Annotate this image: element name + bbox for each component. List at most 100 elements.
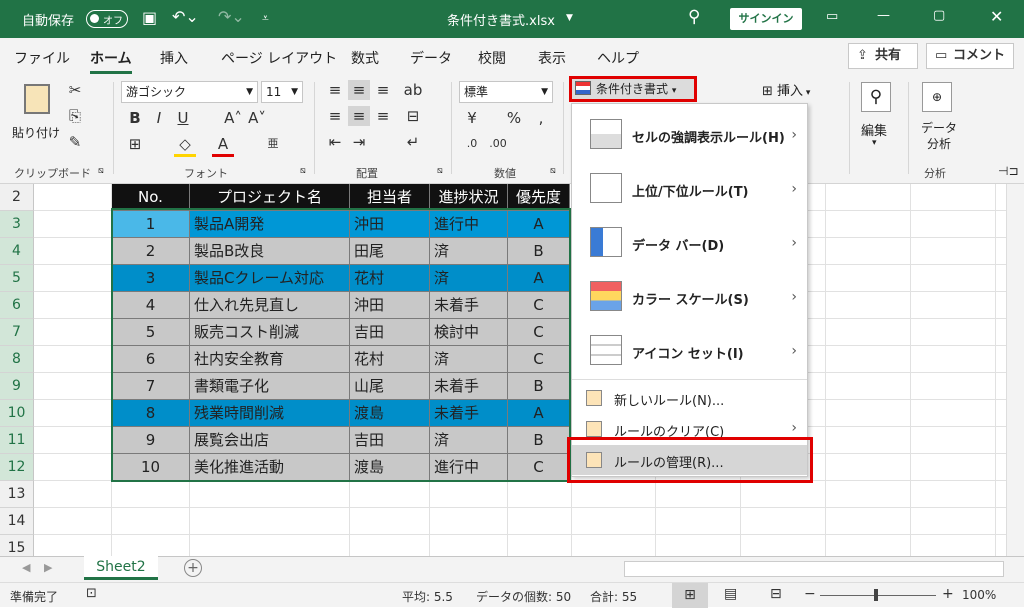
- table-cell[interactable]: 社内安全教育: [190, 346, 350, 373]
- scroll-left-icon[interactable]: ◀: [22, 561, 30, 574]
- table-cell[interactable]: 3: [112, 265, 190, 292]
- italic-icon[interactable]: I: [148, 108, 170, 128]
- table-cell[interactable]: 美化推進活動: [190, 454, 350, 481]
- table-cell[interactable]: 書類電子化: [190, 373, 350, 400]
- align-top-icon[interactable]: ≡: [324, 80, 346, 100]
- menu-item-color-scales[interactable]: カラー スケール(S) ›: [572, 271, 807, 325]
- decrease-decimal-icon[interactable]: .00: [487, 134, 509, 154]
- normal-view-icon[interactable]: ⊞: [672, 583, 708, 608]
- row-header[interactable]: 6: [0, 292, 34, 319]
- table-cell[interactable]: 未着手: [430, 373, 508, 400]
- pin-ribbon-icon[interactable]: ⊣⊐: [998, 164, 1019, 178]
- undo-icon[interactable]: ↶⌄: [172, 7, 199, 26]
- table-cell[interactable]: B: [508, 238, 570, 265]
- font-shrink-icon[interactable]: A˅: [246, 108, 268, 128]
- orientation-icon[interactable]: ab: [402, 80, 424, 100]
- dialog-launcher-icon[interactable]: ⧅: [437, 166, 443, 176]
- phonetic-icon[interactable]: 亜: [262, 134, 284, 154]
- menu-item-icon-sets[interactable]: アイコン セット(I) ›: [572, 325, 807, 379]
- table-cell[interactable]: 1: [112, 211, 190, 238]
- insert-cells-button[interactable]: ⊞ 挿入 ▾: [762, 80, 810, 99]
- filename-dropdown-icon[interactable]: ▼: [566, 13, 573, 23]
- add-sheet-icon[interactable]: +: [184, 559, 202, 577]
- table-header-cell[interactable]: 進捗状況: [430, 184, 508, 211]
- menu-item-new-rule[interactable]: 新しいルール(N)...: [572, 383, 807, 413]
- table-cell[interactable]: A: [508, 265, 570, 292]
- zoom-out-icon[interactable]: −: [804, 586, 816, 602]
- align-left-icon[interactable]: ≡: [324, 106, 346, 126]
- currency-icon[interactable]: ¥: [461, 108, 483, 128]
- font-name-combo[interactable]: 游ゴシック ▼: [121, 81, 258, 103]
- table-cell[interactable]: C: [508, 454, 570, 481]
- table-cell[interactable]: 製品A開発: [190, 211, 350, 238]
- wrap-text-icon[interactable]: ↵: [402, 132, 424, 152]
- table-cell[interactable]: 進行中: [430, 454, 508, 481]
- row-header[interactable]: 2: [0, 184, 34, 211]
- table-cell[interactable]: 進行中: [430, 211, 508, 238]
- table-cell[interactable]: 未着手: [430, 292, 508, 319]
- table-cell[interactable]: A: [508, 211, 570, 238]
- tab-review[interactable]: 校閲: [478, 48, 506, 68]
- dialog-launcher-icon[interactable]: ⧅: [98, 166, 104, 176]
- menu-item-highlight-rules[interactable]: セルの強調表示ルール(H) ›: [572, 109, 807, 163]
- format-painter-icon[interactable]: ✎: [64, 132, 86, 152]
- ribbon-display-icon[interactable]: ▭: [826, 9, 838, 24]
- table-cell[interactable]: 渡島: [350, 400, 430, 427]
- scroll-right-icon[interactable]: ▶: [44, 561, 52, 574]
- row-header[interactable]: 14: [0, 508, 34, 535]
- analyze-data-button[interactable]: ⊕ データ 分析: [916, 80, 964, 160]
- table-cell[interactable]: 検討中: [430, 319, 508, 346]
- redo-icon[interactable]: ↷⌄: [218, 7, 245, 26]
- dialog-launcher-icon[interactable]: ⧅: [550, 166, 556, 176]
- table-cell[interactable]: 4: [112, 292, 190, 319]
- sheet-tab-sheet2[interactable]: Sheet2: [84, 556, 158, 580]
- zoom-level[interactable]: 100%: [962, 588, 996, 602]
- increase-indent-icon[interactable]: ⇥: [348, 132, 370, 152]
- table-cell[interactable]: 10: [112, 454, 190, 481]
- table-cell[interactable]: C: [508, 346, 570, 373]
- autosave-toggle[interactable]: オフ: [86, 10, 128, 28]
- font-size-combo[interactable]: 11 ▼: [261, 81, 303, 103]
- table-header-cell[interactable]: 優先度: [508, 184, 570, 211]
- row-header[interactable]: 4: [0, 238, 34, 265]
- table-cell[interactable]: 製品B改良: [190, 238, 350, 265]
- table-cell[interactable]: 6: [112, 346, 190, 373]
- row-header[interactable]: 11: [0, 427, 34, 454]
- zoom-slider-thumb[interactable]: [874, 589, 878, 601]
- tab-view[interactable]: 表示: [538, 48, 566, 68]
- increase-decimal-icon[interactable]: .0: [461, 134, 483, 154]
- table-cell[interactable]: 花村: [350, 265, 430, 292]
- search-icon[interactable]: ⚲: [688, 7, 700, 27]
- minimize-icon[interactable]: —: [877, 8, 890, 23]
- table-cell[interactable]: 吉田: [350, 427, 430, 454]
- row-header[interactable]: 9: [0, 373, 34, 400]
- table-cell[interactable]: 9: [112, 427, 190, 454]
- row-header[interactable]: 13: [0, 481, 34, 508]
- table-cell[interactable]: B: [508, 427, 570, 454]
- table-cell[interactable]: 8: [112, 400, 190, 427]
- table-header-cell[interactable]: No.: [112, 184, 190, 211]
- fill-color-icon[interactable]: ◇: [174, 134, 196, 157]
- table-cell[interactable]: 渡島: [350, 454, 430, 481]
- font-color-icon[interactable]: A: [212, 134, 234, 157]
- font-grow-icon[interactable]: A˄: [222, 108, 244, 128]
- copy-icon[interactable]: ⎘: [64, 106, 86, 126]
- tab-insert[interactable]: 挿入: [160, 48, 188, 68]
- table-cell[interactable]: 吉田: [350, 319, 430, 346]
- paste-button[interactable]: 貼り付け: [12, 80, 60, 140]
- comment-button[interactable]: ▭ コメント: [926, 43, 1014, 69]
- sign-in-button[interactable]: サインイン: [730, 8, 802, 30]
- table-cell[interactable]: 7: [112, 373, 190, 400]
- table-cell[interactable]: 沖田: [350, 292, 430, 319]
- table-cell[interactable]: C: [508, 292, 570, 319]
- align-bottom-icon[interactable]: ≡: [372, 80, 394, 100]
- tab-home[interactable]: ホーム: [90, 48, 132, 74]
- conditional-formatting-button[interactable]: 条件付き書式 ▾: [569, 76, 697, 102]
- table-cell[interactable]: 2: [112, 238, 190, 265]
- number-format-combo[interactable]: 標準 ▼: [459, 81, 553, 103]
- page-break-view-icon[interactable]: ⊟: [770, 586, 782, 602]
- align-right-icon[interactable]: ≡: [372, 106, 394, 126]
- dialog-launcher-icon[interactable]: ⧅: [300, 166, 306, 176]
- tab-file[interactable]: ファイル: [14, 48, 70, 68]
- table-cell[interactable]: 残業時間削減: [190, 400, 350, 427]
